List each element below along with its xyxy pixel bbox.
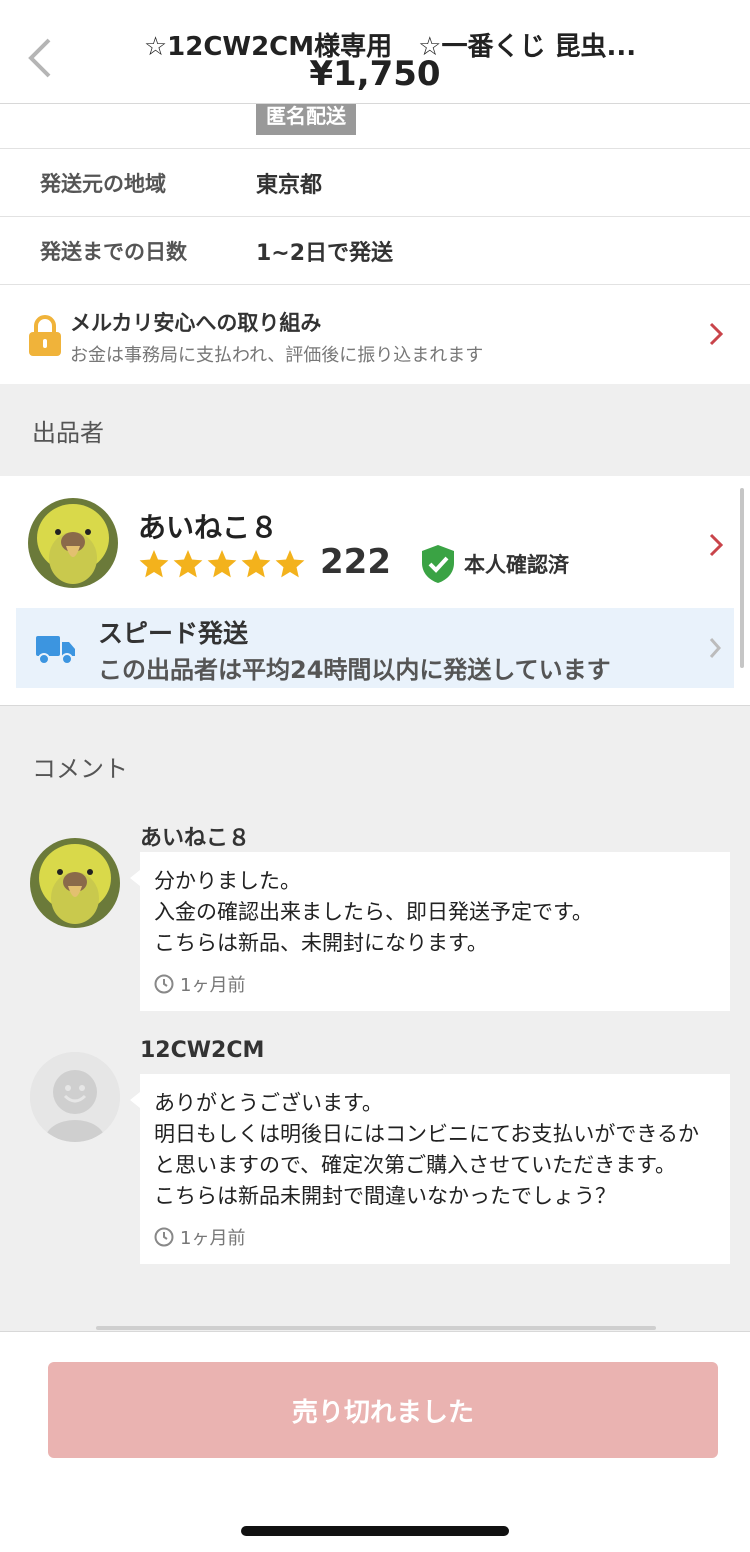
safety-title: メルカリ安心への取り組み: [70, 311, 322, 335]
scrollbar[interactable]: [740, 488, 744, 668]
header-bar: ☆12CW2CM様専用 ☆一番くじ 昆虫... ¥1,750: [0, 0, 750, 104]
clock-icon: [154, 974, 174, 994]
verified-badge: 本人確認済: [420, 544, 569, 584]
comment-time-label: 1ヶ月前: [180, 1228, 246, 1249]
speed-subtitle: この出品者は平均24時間以内に発送しています: [98, 656, 611, 684]
detail-row-days: 発送までの日数 1~2日で発送: [0, 216, 750, 284]
seller-avatar[interactable]: [30, 838, 120, 928]
comment-time: 1ヶ月前: [154, 971, 716, 997]
clock-icon: [154, 1227, 174, 1247]
comment-text: 分かりました。 入金の確認出来ましたら、即日発送予定です。 こちらは新品、未開封…: [154, 869, 593, 955]
verified-label: 本人確認済: [464, 553, 569, 577]
seller-section-title: 出品者: [32, 418, 104, 447]
comment-time-label: 1ヶ月前: [180, 975, 246, 996]
comments-section-title: コメント: [32, 754, 128, 783]
seller-avatar[interactable]: [28, 498, 118, 588]
comment-item: あいねこ８ 分かりました。 入金の確認出来ましたら、即日発送予定です。 こちらは…: [0, 826, 750, 1038]
safety-subtitle: お金は事務局に支払われ、評価後に振り込まれます: [70, 345, 484, 366]
content-scroll[interactable]: 匿名配送 発送元の地域 東京都 発送までの日数 1~2日で発送 メルカリ安心への…: [0, 94, 750, 1338]
seller-card[interactable]: あいねこ８ 222 本人確認済 スピード発送 この出品者は平均24時間以内に発送…: [0, 476, 750, 706]
detail-value: 東京都: [256, 172, 323, 198]
star-icon: [241, 550, 271, 578]
seller-name: あいねこ８: [138, 511, 279, 544]
truck-icon: [36, 636, 75, 665]
chevron-right-icon: [709, 533, 724, 557]
shipping-info: 匿名配送 発送元の地域 東京都 発送までの日数 1~2日で発送 メルカリ安心への…: [0, 94, 750, 384]
comment-time: 1ヶ月前: [154, 1224, 716, 1250]
smiley-user-icon: [30, 1052, 120, 1142]
safety-link[interactable]: メルカリ安心への取り組み お金は事務局に支払われ、評価後に振り込まれます: [0, 284, 750, 384]
comment-author: あいねこ８: [140, 826, 251, 851]
comment-author: 12CW2CM: [140, 1038, 265, 1063]
star-icon: [275, 550, 305, 578]
shield-check-icon: [422, 545, 454, 583]
star-icon: [139, 550, 169, 578]
comment-item: 12CW2CM ありがとうございます。 明日もしくは明後日にはコンビニにてお支払…: [0, 1038, 750, 1338]
speed-shipping-banner[interactable]: スピード発送 この出品者は平均24時間以内に発送しています: [16, 608, 734, 688]
chevron-right-icon: [709, 322, 724, 346]
comment-bubble: ありがとうございます。 明日もしくは明後日にはコンビニにてお支払いができるかと思…: [130, 1074, 730, 1264]
default-user-avatar[interactable]: [30, 1052, 120, 1142]
detail-label: 発送までの日数: [40, 239, 187, 264]
scroll-indicator: [96, 1326, 656, 1330]
comment-text: ありがとうございます。 明日もしくは明後日にはコンビニにてお支払いができるかと思…: [154, 1091, 699, 1208]
star-icon: [207, 550, 237, 578]
rating-count: 222: [320, 542, 391, 582]
chevron-right-icon: [709, 638, 722, 658]
comment-bubble: 分かりました。 入金の確認出来ましたら、即日発送予定です。 こちらは新品、未開封…: [130, 852, 730, 1011]
detail-row-origin: 発送元の地域 東京都: [0, 148, 750, 216]
bottom-action-bar: 売り切れました: [0, 1331, 750, 1552]
parakeet-avatar-image: [28, 498, 118, 588]
home-indicator[interactable]: [241, 1526, 509, 1536]
detail-value: 1~2日で発送: [256, 240, 394, 266]
detail-label: 発送元の地域: [40, 171, 166, 196]
rating-stars: [138, 548, 306, 580]
lock-icon: [29, 315, 61, 356]
sold-out-button[interactable]: 売り切れました: [48, 1362, 718, 1458]
parakeet-avatar-image: [30, 838, 120, 928]
item-price: ¥1,750: [309, 54, 441, 94]
star-icon: [173, 550, 203, 578]
speed-title: スピード発送: [98, 619, 249, 648]
